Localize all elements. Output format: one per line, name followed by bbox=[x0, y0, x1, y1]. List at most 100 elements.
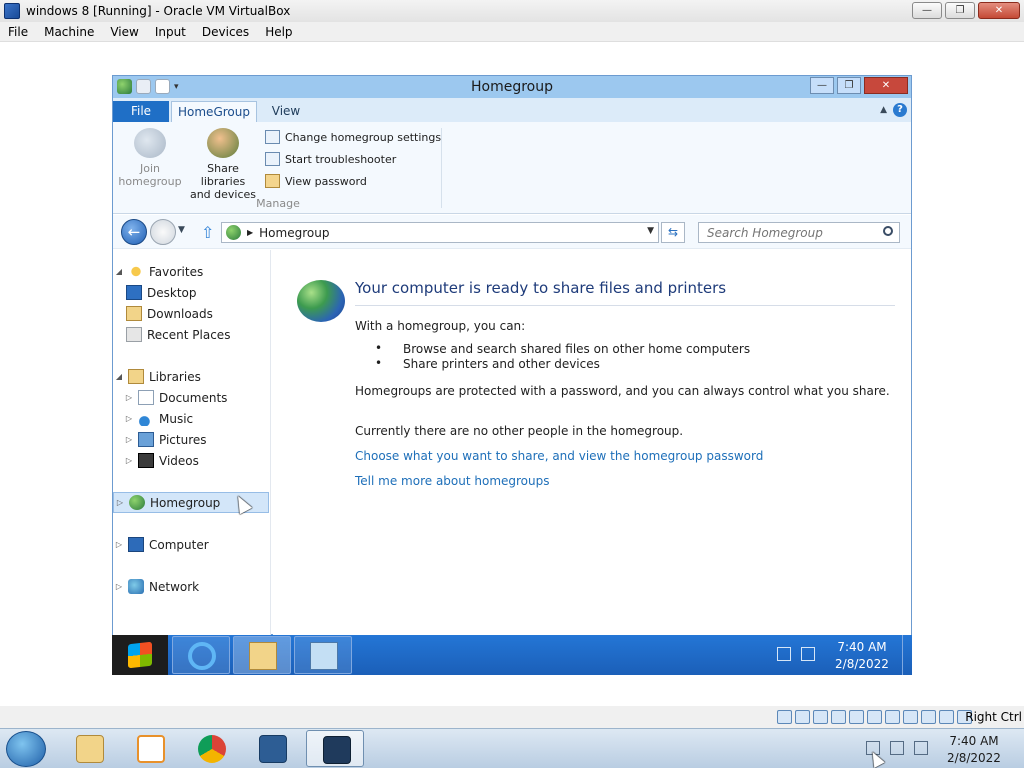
nav-computer[interactable]: ▷ Computer bbox=[113, 534, 269, 555]
virtualization-icon[interactable] bbox=[921, 710, 936, 724]
collapsed-triangle-icon[interactable]: ▷ bbox=[123, 435, 135, 444]
taskbar-internet-explorer[interactable] bbox=[172, 636, 230, 674]
nav-recent-places[interactable]: Recent Places bbox=[113, 324, 269, 345]
back-button[interactable]: ← bbox=[121, 219, 147, 245]
share-libraries-button[interactable]: Share libraries and devices bbox=[185, 128, 261, 201]
explorer-maximize-button[interactable]: ❐ bbox=[837, 77, 861, 94]
host-taskbar-explorer[interactable] bbox=[60, 730, 118, 767]
share-settings-link[interactable]: Choose what you want to share, and view … bbox=[355, 449, 763, 463]
join-homegroup-button[interactable]: Join homegroup bbox=[117, 128, 183, 188]
menu-input[interactable]: Input bbox=[147, 25, 194, 39]
nav-network[interactable]: ▷ Network bbox=[113, 576, 269, 597]
display-icon[interactable] bbox=[885, 710, 900, 724]
forward-button[interactable] bbox=[150, 219, 176, 245]
share-libraries-label-line1: Share libraries bbox=[200, 162, 246, 188]
host-taskbar-windows8-vm[interactable] bbox=[306, 730, 364, 767]
audio-icon[interactable] bbox=[813, 710, 828, 724]
virtualbox-icon bbox=[259, 735, 287, 763]
expanded-triangle-icon[interactable]: ◢ bbox=[113, 372, 125, 381]
volume-icon[interactable] bbox=[914, 741, 928, 755]
collapsed-triangle-icon[interactable]: ▷ bbox=[113, 540, 125, 549]
minimize-ribbon-chevron-icon[interactable]: ▲ bbox=[880, 105, 887, 115]
help-icon[interactable]: ? bbox=[893, 103, 907, 117]
collapsed-triangle-icon[interactable]: ▷ bbox=[123, 414, 135, 423]
nav-recent-places-label: Recent Places bbox=[147, 327, 231, 342]
show-desktop-button[interactable] bbox=[902, 635, 912, 675]
search-input[interactable] bbox=[699, 223, 873, 242]
menu-machine[interactable]: Machine bbox=[36, 25, 102, 39]
menu-devices[interactable]: Devices bbox=[194, 25, 257, 39]
nav-favorites-label: Favorites bbox=[149, 264, 204, 279]
nav-desktop[interactable]: Desktop bbox=[113, 282, 269, 303]
mouse-integration-icon[interactable] bbox=[939, 710, 954, 724]
address-bar[interactable]: ▶ Homegroup ▼ bbox=[221, 222, 659, 243]
network-adapter-icon[interactable] bbox=[831, 710, 846, 724]
optical-drive-icon[interactable] bbox=[795, 710, 810, 724]
tab-file[interactable]: File bbox=[113, 101, 169, 122]
nav-pictures[interactable]: ▷ Pictures bbox=[113, 429, 269, 450]
host-clock[interactable]: 7:40 AM 2/8/2022 bbox=[936, 733, 1012, 767]
minimize-button[interactable]: — bbox=[912, 2, 942, 19]
hard-disk-icon[interactable] bbox=[777, 710, 792, 724]
host-taskbar-media-player[interactable] bbox=[121, 730, 179, 767]
nav-downloads[interactable]: Downloads bbox=[113, 303, 269, 324]
nav-videos[interactable]: ▷ Videos bbox=[113, 450, 269, 471]
network-status-icon[interactable] bbox=[777, 647, 791, 661]
guest-clock[interactable]: 7:40 AM 2/8/2022 bbox=[824, 639, 900, 673]
host-start-orb-icon[interactable] bbox=[6, 731, 46, 767]
search-box[interactable] bbox=[698, 222, 900, 243]
change-homegroup-settings-button[interactable]: Change homegroup settings bbox=[265, 127, 441, 147]
maximize-button[interactable]: ❐ bbox=[945, 2, 975, 19]
explorer-title-bar[interactable]: ▾ Homegroup — ❐ ✕ bbox=[113, 76, 911, 98]
taskbar-control-panel[interactable] bbox=[294, 636, 352, 674]
collapsed-triangle-icon[interactable]: ▷ bbox=[114, 498, 126, 507]
search-icon[interactable] bbox=[883, 226, 893, 236]
usb-icon[interactable] bbox=[849, 710, 864, 724]
control-panel-icon bbox=[310, 642, 338, 670]
nav-music[interactable]: ▷ Music bbox=[113, 408, 269, 429]
taskbar-file-explorer[interactable] bbox=[233, 636, 291, 674]
address-dropdown-icon[interactable]: ▼ bbox=[647, 226, 654, 236]
key-icon bbox=[265, 174, 280, 188]
network-status-icon[interactable] bbox=[890, 741, 904, 755]
start-troubleshooter-button[interactable]: Start troubleshooter bbox=[265, 149, 396, 169]
breadcrumb-chevron-icon[interactable]: ▶ bbox=[247, 228, 253, 237]
host-taskbar-virtualbox[interactable] bbox=[243, 730, 301, 767]
close-button[interactable]: ✕ bbox=[978, 2, 1020, 19]
refresh-button[interactable]: ⇆ bbox=[661, 222, 685, 243]
content-heading: Your computer is ready to share files an… bbox=[355, 279, 895, 306]
nav-libraries[interactable]: ◢ Libraries bbox=[113, 366, 269, 387]
nav-libraries-label: Libraries bbox=[149, 369, 201, 384]
menu-help[interactable]: Help bbox=[257, 25, 300, 39]
shared-folders-icon[interactable] bbox=[867, 710, 882, 724]
menu-file[interactable]: File bbox=[0, 25, 36, 39]
nav-documents[interactable]: ▷ Documents bbox=[113, 387, 269, 408]
collapsed-triangle-icon[interactable]: ▷ bbox=[123, 456, 135, 465]
ribbon-panel: Join homegroup Share libraries and devic… bbox=[113, 122, 911, 214]
collapsed-triangle-icon[interactable]: ▷ bbox=[113, 582, 125, 591]
menu-view[interactable]: View bbox=[102, 25, 146, 39]
nav-favorites[interactable]: ◢ Favorites bbox=[113, 261, 269, 282]
guest-start-button[interactable] bbox=[112, 635, 168, 675]
guest-time: 7:40 AM bbox=[837, 640, 887, 654]
collapsed-triangle-icon[interactable]: ▷ bbox=[123, 393, 135, 402]
learn-more-link[interactable]: Tell me more about homegroups bbox=[355, 474, 550, 488]
nav-videos-label: Videos bbox=[159, 453, 199, 468]
view-password-button[interactable]: View password bbox=[265, 171, 367, 191]
host-taskbar-chrome[interactable] bbox=[182, 730, 240, 767]
ribbon-tab-bar: File HomeGroup View ▲ ? bbox=[113, 98, 911, 122]
explorer-window: ▾ Homegroup — ❐ ✕ File HomeGroup View ▲ … bbox=[112, 75, 912, 635]
documents-icon bbox=[138, 390, 154, 405]
explorer-close-button[interactable]: ✕ bbox=[864, 77, 908, 94]
recent-places-icon bbox=[126, 327, 142, 342]
tab-view[interactable]: View bbox=[263, 101, 309, 122]
recording-icon[interactable] bbox=[903, 710, 918, 724]
volume-icon[interactable] bbox=[801, 647, 815, 661]
virtualbox-menu-bar: File Machine View Input Devices Help bbox=[0, 22, 1024, 42]
nav-pictures-label: Pictures bbox=[159, 432, 207, 447]
expanded-triangle-icon[interactable]: ◢ bbox=[113, 267, 125, 276]
recent-locations-chevron-icon[interactable]: ▼ bbox=[178, 225, 185, 235]
up-arrow-icon[interactable]: ⇧ bbox=[201, 223, 214, 242]
explorer-minimize-button[interactable]: — bbox=[810, 77, 834, 94]
tab-homegroup[interactable]: HomeGroup bbox=[171, 101, 257, 122]
